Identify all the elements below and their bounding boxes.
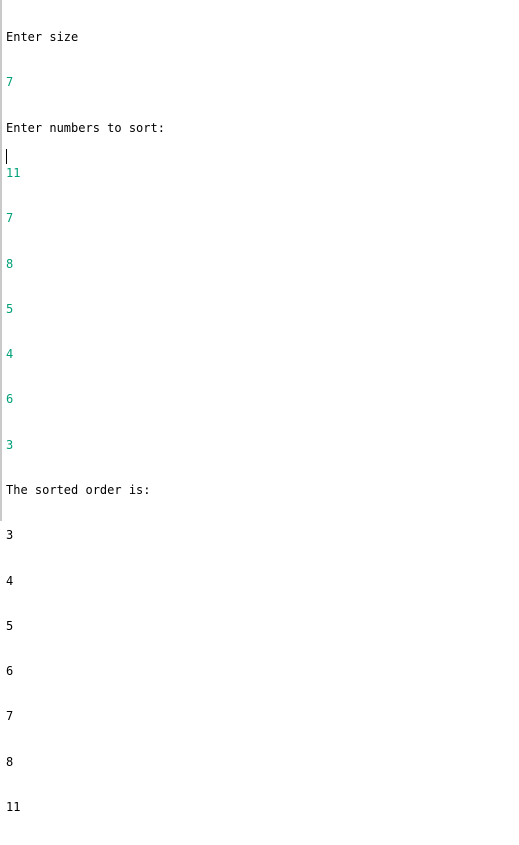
prompt-enter-size: Enter size xyxy=(6,30,79,45)
result-heading: The sorted order is: xyxy=(6,483,151,497)
user-input-number: 4 xyxy=(6,347,14,362)
user-input-number: 5 xyxy=(6,301,14,316)
sorted-number: 4 xyxy=(6,573,14,588)
sorted-number: 8 xyxy=(6,754,14,769)
sorted-number: 5 xyxy=(6,618,14,633)
sorted-number: 11 xyxy=(6,799,21,814)
console-output-pane[interactable]: Enter size 7 Enter numbers to sort: 11 7… xyxy=(0,0,519,814)
prompt-enter-numbers: Enter numbers to sort: xyxy=(6,120,165,135)
sorted-number: 7 xyxy=(6,709,14,724)
sorted-number: 3 xyxy=(6,528,14,543)
user-input-number: 6 xyxy=(6,392,14,407)
user-input-number: 8 xyxy=(6,256,14,271)
user-input-number: 11 xyxy=(6,166,21,181)
user-input-number: 3 xyxy=(6,437,14,452)
user-input-size: 7 xyxy=(6,75,14,90)
user-input-number: 7 xyxy=(6,211,14,226)
console-text: Enter size 7 Enter numbers to sort: 11 7… xyxy=(6,0,165,845)
sorted-number: 6 xyxy=(6,664,14,679)
console-left-border xyxy=(0,0,2,521)
text-cursor xyxy=(6,149,7,164)
